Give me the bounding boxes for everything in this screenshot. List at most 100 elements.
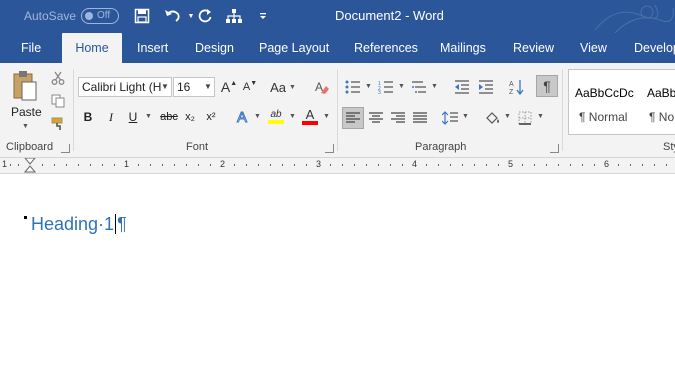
change-case-label: Aa [270,79,286,95]
ruler-number: 2 [220,159,226,169]
shading-icon[interactable] [483,107,503,129]
format-painter-icon[interactable] [49,115,67,133]
ruler-tick [522,164,523,166]
change-case-dropdown-icon[interactable]: ▼ [289,84,296,91]
font-launcher-icon[interactable] [325,144,334,153]
superscript-button[interactable]: x² [203,107,219,127]
tab-home[interactable]: Home [62,33,122,63]
line-spacing-icon[interactable] [440,107,460,129]
tab-page-layout[interactable]: Page Layout [259,33,329,63]
strikethrough-button[interactable]: abc [158,107,180,127]
tab-developer[interactable]: Develop [634,33,675,63]
heading-1-paragraph[interactable]: Heading·1 ¶ [31,214,127,235]
paste-icon[interactable] [8,69,42,103]
window-title: Document2 - Word [335,8,444,23]
tab-design[interactable]: Design [195,33,234,63]
ruler-tick [474,164,475,166]
ruler-number: 4 [412,159,418,169]
ruler-tick [450,164,451,166]
indent-marker-icon[interactable] [24,158,36,174]
font-color-button[interactable]: A [300,105,320,127]
ruler-tick [354,164,355,166]
underline-dropdown-icon[interactable]: ▼ [145,113,152,120]
style-normal[interactable]: AaBbCcDc ¶ Normal [569,70,641,134]
text-effects-dropdown-icon[interactable]: ▼ [254,113,261,120]
copy-icon[interactable] [49,92,67,110]
justify-button[interactable] [410,107,430,129]
tab-mailings[interactable]: Mailings [440,33,486,63]
font-name-combo[interactable]: Calibri Light (H ▼ [78,77,172,97]
cut-icon[interactable] [49,69,67,87]
font-color-label: A [305,106,315,122]
shrink-font-button[interactable]: A ▼ [241,77,259,97]
borders-icon[interactable] [515,107,535,129]
svg-text:3: 3 [378,90,381,94]
ruler-tick [558,164,559,166]
text-effects-button[interactable]: A [234,107,250,127]
text-cursor [115,214,117,234]
increase-indent-icon[interactable] [476,77,496,97]
ruler-tick [150,164,151,166]
clipboard-launcher-icon[interactable] [61,144,70,153]
ruler-tick [366,164,367,166]
font-color-dropdown-icon[interactable]: ▼ [323,113,330,120]
ruler-tick [642,164,643,166]
font-size-dropdown-icon[interactable]: ▼ [202,78,214,96]
ruler-tick [438,164,439,166]
ruler-tick [630,164,631,166]
italic-button[interactable]: I [103,107,119,127]
horizontal-ruler[interactable]: 1 1 2 3 4 5 6 [0,158,675,174]
tab-view[interactable]: View [580,33,607,63]
style-normal-preview: AaBbCcDc [575,86,634,100]
ruler-tick [570,164,571,166]
numbering-icon[interactable]: 123 [376,77,396,97]
tab-insert[interactable]: Insert [137,33,168,63]
font-name-dropdown-icon[interactable]: ▼ [159,78,171,96]
keep-with-next-mark-icon [24,216,27,219]
ruler-tick [138,164,139,166]
tab-review[interactable]: Review [513,33,554,63]
show-formatting-marks-button[interactable]: ¶ [536,75,558,97]
decrease-indent-icon[interactable] [452,77,472,97]
highlight-dropdown-icon[interactable]: ▼ [289,113,296,120]
ribbon-tabs: File Home Insert Design Page Layout Refe… [0,33,675,63]
font-size-combo[interactable]: 16 ▼ [173,77,215,97]
align-left-button[interactable] [342,107,364,129]
highlight-label: ab [270,108,282,120]
ruler-tick [186,164,187,166]
paste-dropdown-icon[interactable]: ▼ [22,123,29,130]
ruler-tick [462,164,463,166]
change-case-button[interactable]: Aa ▼ [268,77,298,97]
paragraph-launcher-icon[interactable] [550,144,559,153]
bold-button[interactable]: B [80,107,96,127]
group-label-paragraph: Paragraph [415,141,467,153]
ruler-tick [342,164,343,166]
bullets-icon[interactable] [343,77,363,97]
ruler-tick [426,164,427,166]
numbering-dropdown-icon[interactable]: ▼ [398,83,405,90]
ruler-tick [258,164,259,166]
font-size-value: 16 [177,80,191,94]
paste-label[interactable]: Paste [11,105,42,119]
tab-references[interactable]: References [354,33,418,63]
document-body[interactable]: Heading·1 ¶ [0,174,675,367]
sort-icon[interactable]: AZ [506,77,526,97]
style-no-spacing[interactable]: AaBb ¶ No [641,70,675,134]
align-right-button[interactable] [388,107,408,129]
multilevel-list-icon[interactable] [409,77,429,97]
styles-gallery: AaBbCcDc ¶ Normal AaBb ¶ No [568,69,675,135]
tab-file[interactable]: File [21,33,41,63]
highlight-button[interactable]: ab [266,105,286,127]
shading-dropdown-icon[interactable]: ▼ [504,113,511,120]
clear-formatting-icon[interactable]: A [313,77,331,97]
align-center-button[interactable] [366,107,386,129]
grow-font-button[interactable]: A ▲ [220,77,238,97]
subscript-button[interactable]: x₂ [182,107,198,127]
ruler-tick [594,164,595,166]
bullets-dropdown-icon[interactable]: ▼ [365,83,372,90]
multilevel-list-dropdown-icon[interactable]: ▼ [431,83,438,90]
line-spacing-dropdown-icon[interactable]: ▼ [462,113,469,120]
underline-button[interactable]: U [125,107,141,127]
ruler-tick [162,164,163,166]
borders-dropdown-icon[interactable]: ▼ [537,113,544,120]
